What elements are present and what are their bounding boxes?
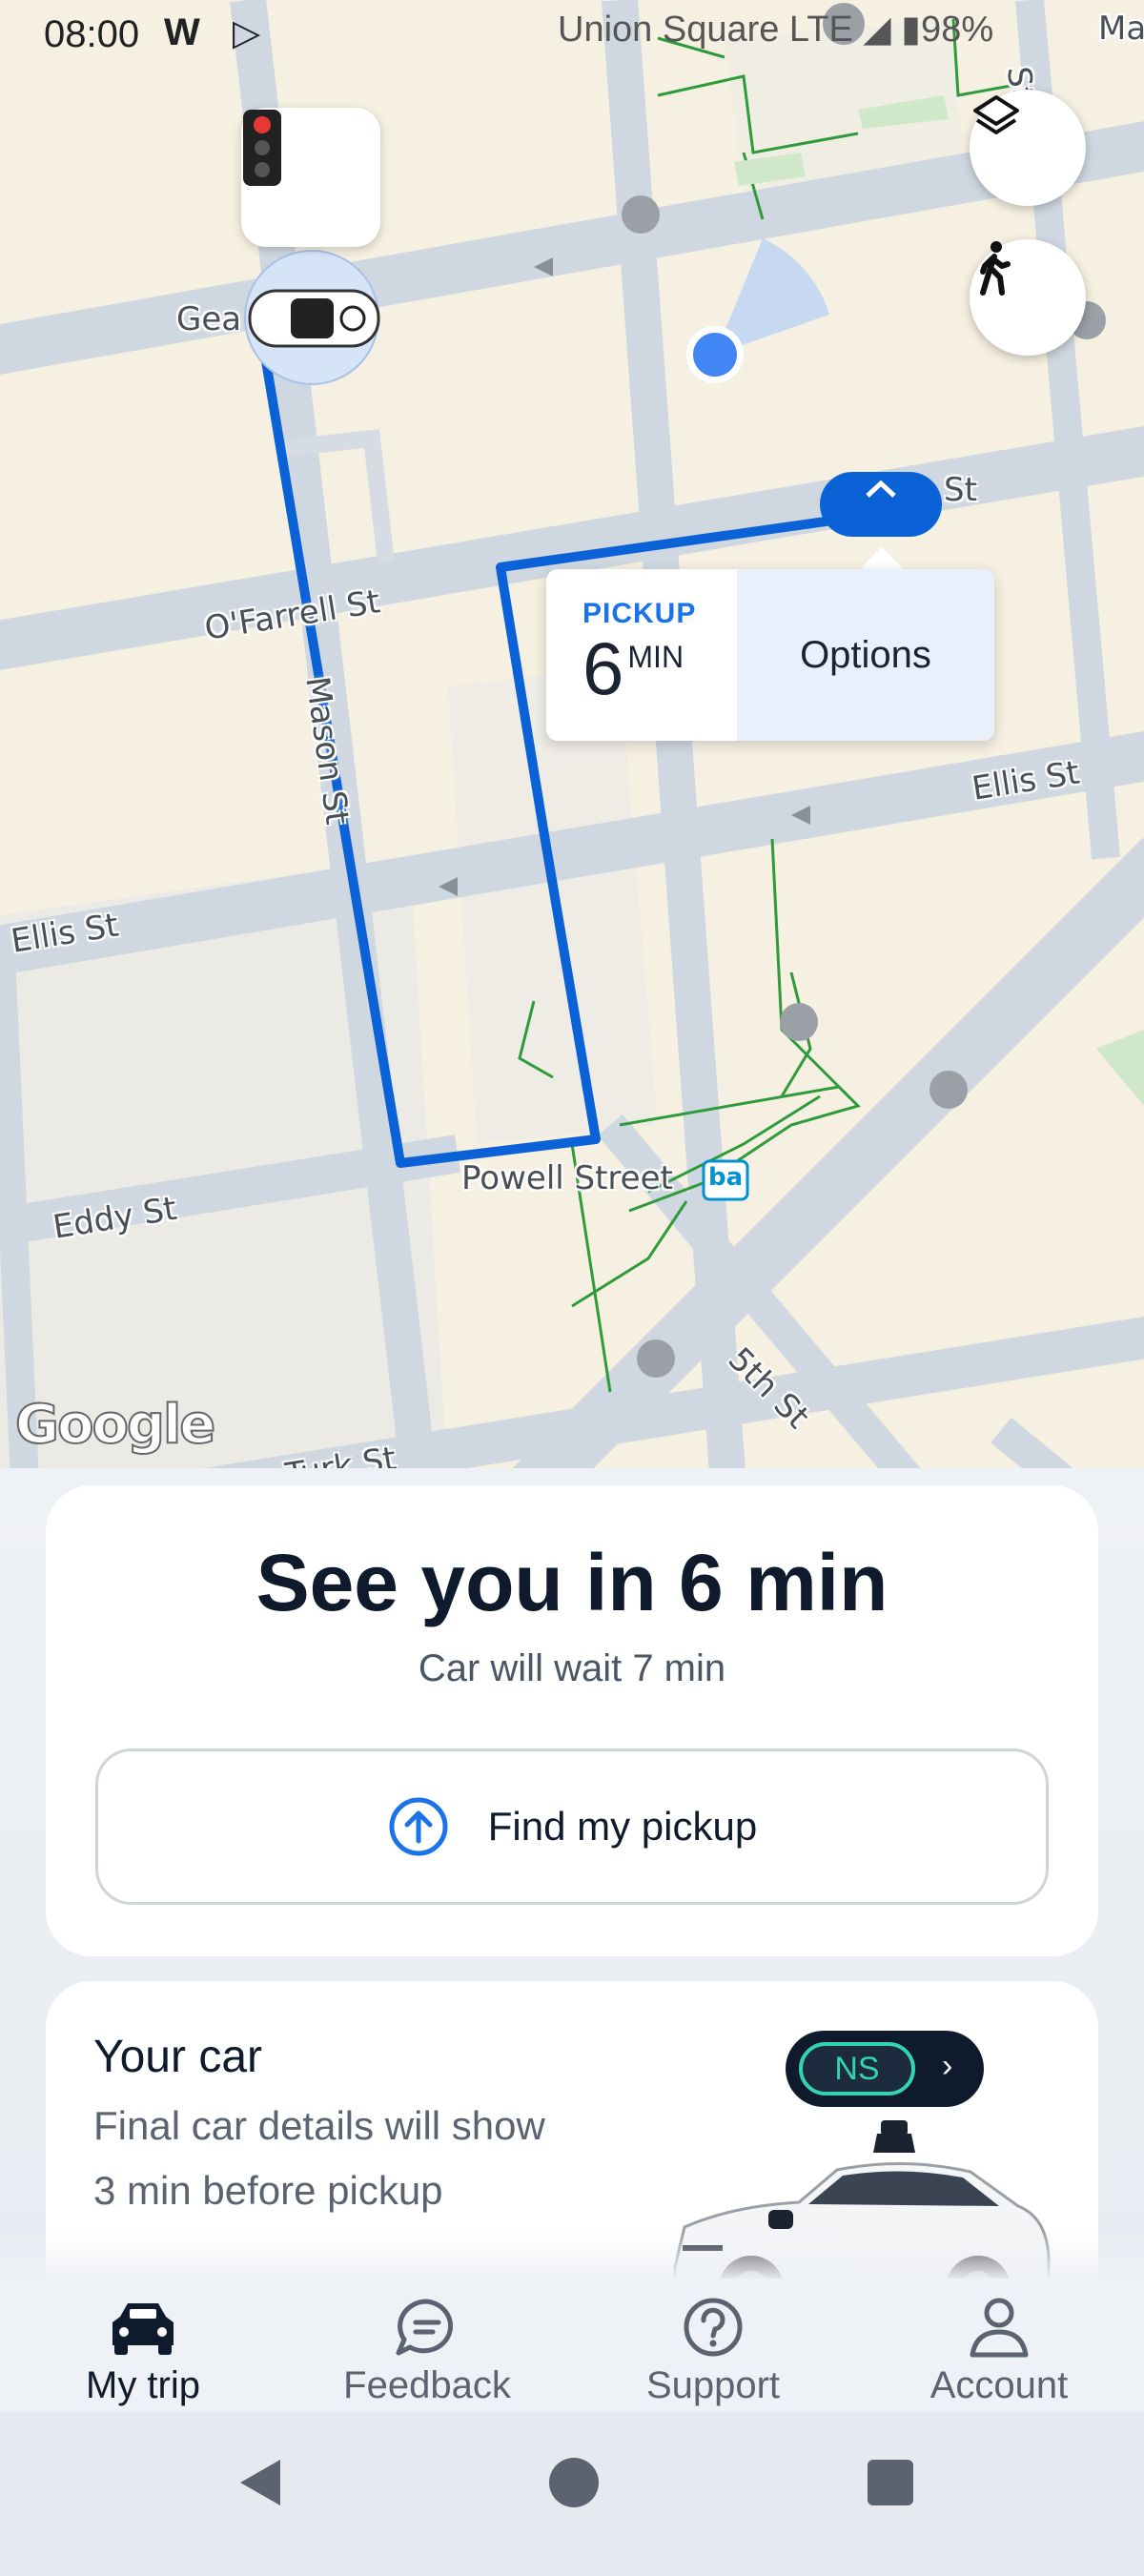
help-circle-icon xyxy=(684,2298,743,2357)
map-view[interactable]: Gea O'Farrell St Ellis St Ellis St Eddy … xyxy=(0,0,1144,1564)
bottom-nav: My trip Feedback Support Account xyxy=(0,2279,1144,2412)
car-id-badge[interactable]: NS › xyxy=(786,2031,984,2107)
play-store-icon: ▷ xyxy=(233,13,261,53)
nav-feedback-label: Feedback xyxy=(343,2364,511,2406)
layers-button[interactable] xyxy=(970,90,1086,206)
pickup-minutes: 6 xyxy=(582,626,624,710)
app-notification-icon: W xyxy=(164,11,200,53)
chevron-right-icon: › xyxy=(942,2048,953,2084)
street-label-geary: Gea xyxy=(176,300,242,338)
find-my-pickup-label: Find my pickup xyxy=(487,1804,758,1849)
status-right: Union Square LTE ◢ ▮98% xyxy=(558,10,994,50)
nav-support-label: Support xyxy=(645,2364,781,2406)
recents-icon[interactable] xyxy=(862,2454,919,2511)
find-my-pickup-button[interactable]: Find my pickup xyxy=(95,1748,1049,1905)
traffic-light-card[interactable] xyxy=(241,108,380,247)
street-label-powell: Powell Street xyxy=(461,1159,673,1197)
google-logo: Google xyxy=(14,1393,216,1457)
layers-icon xyxy=(973,95,1019,134)
status-bar: 08:00 W ▷ Union Square LTE ◢ ▮98% xyxy=(0,0,1144,76)
pickup-title: PICKUP xyxy=(582,598,697,629)
traffic-light-icon xyxy=(243,110,281,186)
status-time: 08:00 xyxy=(44,13,140,55)
pickup-card[interactable]: PICKUP 6 MIN Options xyxy=(546,569,994,741)
nav-account-label: Account xyxy=(930,2364,1069,2406)
walking-icon xyxy=(980,241,1011,296)
walking-directions-button[interactable] xyxy=(970,239,1086,356)
nav-support[interactable]: Support xyxy=(570,2279,856,2412)
bart-badge: ba xyxy=(708,1163,744,1192)
your-car-title: Your car xyxy=(93,2032,262,2082)
pickup-unit: MIN xyxy=(627,640,684,674)
trip-headline: See you in 6 min xyxy=(255,1538,889,1627)
your-car-description: Final car details will show 3 min before… xyxy=(93,2103,545,2213)
trip-subline: Car will wait 7 min xyxy=(418,1647,726,1689)
person-icon xyxy=(970,2298,1029,2358)
system-navigation-bar xyxy=(0,2412,1144,2576)
nav-account[interactable]: Account xyxy=(856,2279,1142,2412)
car-id-text: NS xyxy=(799,2042,915,2096)
arrow-up-circle-icon xyxy=(389,1797,448,1856)
pickup-eta: PICKUP 6 MIN xyxy=(546,569,737,741)
nav-feedback[interactable]: Feedback xyxy=(284,2279,570,2412)
car-icon xyxy=(112,2303,174,2355)
home-icon[interactable] xyxy=(545,2454,603,2511)
nav-my-trip[interactable]: My trip xyxy=(0,2279,286,2412)
back-icon[interactable] xyxy=(233,2454,290,2511)
street-label-st: St xyxy=(944,471,977,509)
pickup-options-button[interactable]: Options xyxy=(737,569,994,741)
trip-status-card: See you in 6 min Car will wait 7 min Fin… xyxy=(46,1485,1098,1956)
chat-bubble-icon xyxy=(396,2299,454,2356)
content-fade xyxy=(0,2231,1144,2279)
nav-my-trip-label: My trip xyxy=(86,2364,200,2406)
